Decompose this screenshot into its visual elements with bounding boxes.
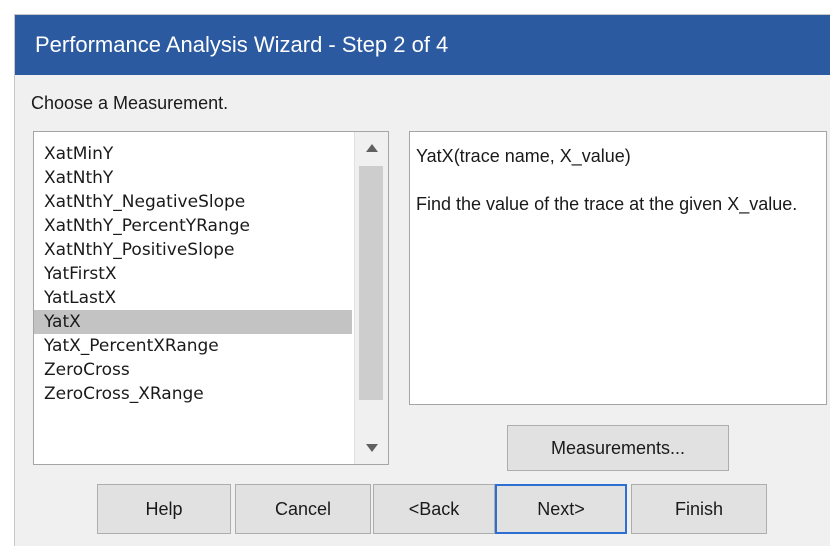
list-item[interactable]: XatNthY_NegativeSlope [34, 190, 352, 214]
list-item[interactable]: XatNthY [34, 166, 352, 190]
list-item[interactable]: YatX_PercentXRange [34, 334, 352, 358]
scroll-down-button[interactable] [355, 432, 388, 464]
scroll-thumb[interactable] [359, 166, 383, 400]
cancel-button[interactable]: Cancel [235, 484, 371, 534]
list-item[interactable]: XatNthY_PositiveSlope [34, 238, 352, 262]
back-button[interactable]: <Back [373, 484, 495, 534]
list-item[interactable]: XatMinY [34, 142, 352, 166]
measurement-listbox[interactable]: XatMinY XatNthY XatNthY_NegativeSlope Xa… [33, 131, 389, 465]
list-item[interactable]: XatNthY_PercentYRange [34, 214, 352, 238]
list-scrollbar[interactable] [354, 132, 388, 464]
dialog-title: Performance Analysis Wizard - Step 2 of … [15, 15, 830, 75]
measurements-button[interactable]: Measurements... [507, 425, 729, 471]
next-button[interactable]: Next> [495, 484, 627, 534]
measurement-signature: YatX(trace name, X_value) [416, 146, 631, 166]
measurement-description: YatX(trace name, X_value) Find the value… [409, 131, 827, 405]
list-item[interactable]: YatFirstX [34, 262, 352, 286]
list-item[interactable]: ZeroCross_XRange [34, 382, 352, 406]
scroll-up-button[interactable] [355, 132, 388, 164]
finish-button[interactable]: Finish [631, 484, 767, 534]
triangle-up-icon [365, 144, 378, 152]
choose-measurement-label: Choose a Measurement. [31, 93, 229, 113]
help-button[interactable]: Help [97, 484, 231, 534]
list-item[interactable]: YatLastX [34, 286, 352, 310]
list-item[interactable]: ZeroCross [34, 358, 352, 382]
wizard-dialog: Performance Analysis Wizard - Step 2 of … [14, 14, 830, 546]
list-item[interactable]: YatX [34, 310, 352, 334]
triangle-down-icon [365, 444, 378, 452]
measurement-explanation: Find the value of the trace at the given… [416, 194, 798, 214]
measurement-list: XatMinY XatNthY XatNthY_NegativeSlope Xa… [34, 142, 352, 406]
